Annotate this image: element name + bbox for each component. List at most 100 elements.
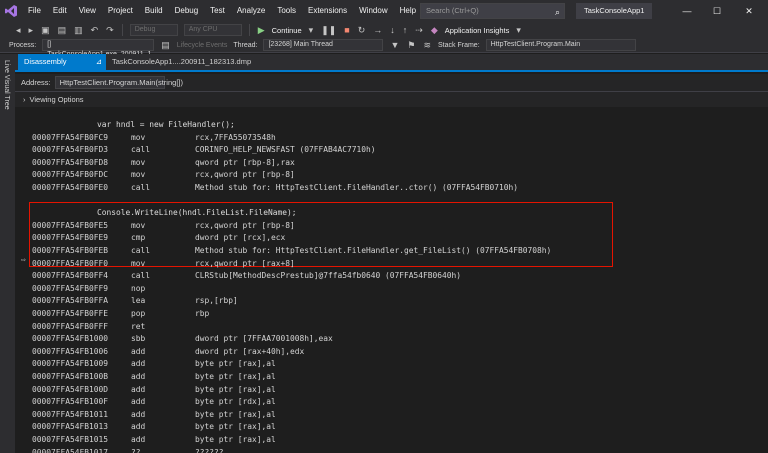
menu-item-build[interactable]: Build xyxy=(139,0,169,22)
process-dropdown[interactable]: [] TaskConsoleApp1.exe_200911_1 xyxy=(42,39,155,58)
back-icon[interactable]: ◂ xyxy=(12,25,25,36)
address-input[interactable]: HttpTestClient.Program.Main(string[]) xyxy=(54,76,183,89)
disassembly-line[interactable]: 00007FFA54FB0FEB call Method stub for: Htt… xyxy=(15,245,765,256)
search-input[interactable]: Search (Ctrl+Q) ⌕ xyxy=(420,3,565,19)
disassembly-line[interactable]: 00007FFA54FB0FE9 cmp dword ptr [rcx],ecx xyxy=(15,232,765,243)
pin-icon[interactable]: ⊿ xyxy=(96,54,102,70)
mnemonic: call xyxy=(131,246,151,255)
menu-item-edit[interactable]: Edit xyxy=(47,0,73,22)
application-insights-button[interactable]: Application Insights xyxy=(442,26,513,35)
show-next-icon[interactable]: ⇢ xyxy=(411,25,427,36)
disassembly-line[interactable]: 00007FFA54FB1015 add byte ptr [rax],al xyxy=(15,434,765,445)
play-icon[interactable]: ▶ xyxy=(254,25,269,36)
disassembly-line[interactable]: 00007FFA54FB1000 sbb dword ptr [7FFAA70010… xyxy=(15,333,765,344)
disassembly-line[interactable]: 00007FFA54FB0FFF ret xyxy=(15,321,765,332)
menu-item-analyze[interactable]: Analyze xyxy=(231,0,271,22)
disassembly-line[interactable]: 00007FFA54FB0FE5 mov rcx,qword ptr [rbp-8] xyxy=(15,220,765,231)
lifecycle-icon[interactable]: ▤ xyxy=(157,40,174,51)
continue-button[interactable]: Continue xyxy=(269,26,305,35)
close-icon[interactable]: ✕ xyxy=(734,0,764,22)
disassembly-line[interactable]: 00007FFA54FB1011 add byte ptr [rax],al xyxy=(15,409,765,420)
mnemonic: mov xyxy=(131,157,146,167)
forward-icon[interactable]: ▸ xyxy=(25,25,38,36)
disassembly-line[interactable]: 00007FFA54FB0FFE pop rbp xyxy=(15,308,765,319)
maximize-icon[interactable]: ☐ xyxy=(702,0,732,22)
disassembly-line[interactable]: 00007FFA54FB0FF9 nop xyxy=(15,283,765,294)
process-label: Process: xyxy=(9,41,37,49)
disassembly-line[interactable]: 00007FFA54FB100D add byte ptr [rax],al xyxy=(15,384,765,395)
disassembly-view[interactable]: ⇨ var hndl = new FileHandler(); 00007FFA5… xyxy=(15,107,768,453)
step-into-icon[interactable]: ↓ xyxy=(386,25,399,35)
mnemonic: lea xyxy=(131,296,146,306)
operands: dword ptr [rax+40h],edx xyxy=(195,346,305,356)
minimize-icon[interactable]: — xyxy=(672,0,702,22)
source-line[interactable]: var hndl = new FileHandler(); xyxy=(15,119,765,130)
redo-icon[interactable]: ↷ xyxy=(102,25,118,36)
platform-dropdown[interactable]: Any CPU xyxy=(183,24,242,36)
menu-item-tools[interactable]: Tools xyxy=(271,0,302,22)
instruction-address: 00007FFA54FB0FD8 xyxy=(32,157,109,167)
menu-item-help[interactable]: Help xyxy=(394,0,422,22)
operands: CORINFO_HELP_NEWSFAST (07FFAB4AC7710h) xyxy=(195,145,376,155)
disassembly-line[interactable]: 00007FFA54FB1009 add byte ptr [rax],al xyxy=(15,358,765,369)
disassembly-line[interactable]: 00007FFA54FB0FF0 mov rcx,qword ptr [rax+8] xyxy=(15,258,765,269)
menu-item-test[interactable]: Test xyxy=(204,0,231,22)
save-icon[interactable]: ▥ xyxy=(70,25,87,36)
menu-item-file[interactable]: File xyxy=(22,0,47,22)
filter-icon[interactable]: ▼ xyxy=(386,40,403,50)
thread-dropdown[interactable]: [23268] Main Thread xyxy=(263,39,384,51)
mnemonic: ret xyxy=(131,321,146,331)
open-icon[interactable]: ▤ xyxy=(54,25,71,36)
mnemonic: call xyxy=(131,271,151,281)
disassembly-line[interactable]: 00007FFA54FB0FFA lea rsp,[rbp] xyxy=(15,295,765,306)
live-visual-tree-tab[interactable]: Live Visual Tree xyxy=(3,60,10,110)
instruction-address: 00007FFA54FB1000 xyxy=(32,334,109,344)
restart-icon[interactable]: ↻ xyxy=(354,25,370,36)
source-line[interactable]: Console.WriteLine(hndl.FileList.FileName… xyxy=(15,207,765,218)
mnemonic: add xyxy=(131,346,146,356)
viewing-options-toggle[interactable]: › Viewing Options xyxy=(15,92,768,107)
menu-item-view[interactable]: View xyxy=(73,0,102,22)
mnemonic: mov xyxy=(131,170,146,180)
chevron-down-icon[interactable]: ▾ xyxy=(512,25,525,36)
stack-frame-dropdown[interactable]: HttpTestClient.Program.Main xyxy=(485,39,636,51)
configuration-dropdown[interactable]: Debug xyxy=(129,24,178,36)
tab-disassembly[interactable]: Disassembly ⊿ xyxy=(18,54,106,70)
disassembly-line[interactable]: 00007FFA54FB100F add byte ptr [rdx],al xyxy=(15,396,765,407)
vs-logo-icon[interactable] xyxy=(0,0,22,22)
menu-item-extensions[interactable]: Extensions xyxy=(302,0,353,22)
disassembly-line[interactable]: 00007FFA54FB1006 add dword ptr [rax+40h],e… xyxy=(15,346,765,357)
stack-frame-label: Stack Frame: xyxy=(438,41,480,49)
disassembly-line[interactable]: 00007FFA54FB0FD8 mov qword ptr [rbp-8],rax xyxy=(15,157,765,168)
disassembly-line[interactable]: 00007FFA54FB1013 add byte ptr [rax],al xyxy=(15,421,765,432)
disassembly-line[interactable]: 00007FFA54FB100B add byte ptr [rax],al xyxy=(15,371,765,382)
stack-frame-value: HttpTestClient.Program.Main xyxy=(490,41,581,48)
stop-icon[interactable]: ■ xyxy=(340,25,353,35)
undo-icon[interactable]: ↶ xyxy=(87,25,103,36)
tab-dump-file[interactable]: TaskConsoleApp1....200911_182313.dmp xyxy=(106,54,266,70)
disassembly-line[interactable]: 00007FFA54FB0FE0 call Method stub for: Htt… xyxy=(15,182,765,193)
instruction-address: 00007FFA54FB0FDC xyxy=(32,170,109,180)
operands: byte ptr [rdx],al xyxy=(195,397,276,407)
pause-icon[interactable]: ❚❚ xyxy=(317,25,340,36)
flag-icon[interactable]: ⚑ xyxy=(403,40,419,51)
new-item-icon[interactable]: ▣ xyxy=(37,25,54,36)
step-out-icon[interactable]: ↑ xyxy=(399,25,412,35)
operands: Method stub for: HttpTestClient.FileHand… xyxy=(195,183,519,192)
disassembly-line[interactable]: 00007FFA54FB0FF4 call CLRStub[MethodDescPr… xyxy=(15,270,765,281)
menu-item-debug[interactable]: Debug xyxy=(169,0,205,22)
mnemonic: add xyxy=(131,435,146,444)
insights-icon[interactable]: ◆ xyxy=(427,25,442,36)
menu-item-project[interactable]: Project xyxy=(102,0,139,22)
threads-icon[interactable]: ≋ xyxy=(419,40,435,51)
instruction-address: 00007FFA54FB0FD3 xyxy=(32,145,109,155)
disassembly-line[interactable]: 00007FFA54FB0FDC mov rcx,qword ptr [rbp-8] xyxy=(15,169,765,180)
menu-item-window[interactable]: Window xyxy=(353,0,393,22)
disassembly-line[interactable]: 00007FFA54FB1017???????? xyxy=(15,447,765,453)
step-over-icon[interactable]: → xyxy=(369,25,386,35)
disassembly-line[interactable]: 00007FFA54FB0FC9 mov rcx,7FFA55073548h xyxy=(15,132,765,143)
instruction-address: 00007FFA54FB100F xyxy=(32,397,109,407)
chevron-down-icon[interactable]: ▾ xyxy=(305,25,318,36)
lifecycle-events-button[interactable]: Lifecycle Events xyxy=(174,42,231,49)
disassembly-line[interactable]: 00007FFA54FB0FD3 call CORINFO_HELP_NEWSFAS… xyxy=(15,144,765,155)
